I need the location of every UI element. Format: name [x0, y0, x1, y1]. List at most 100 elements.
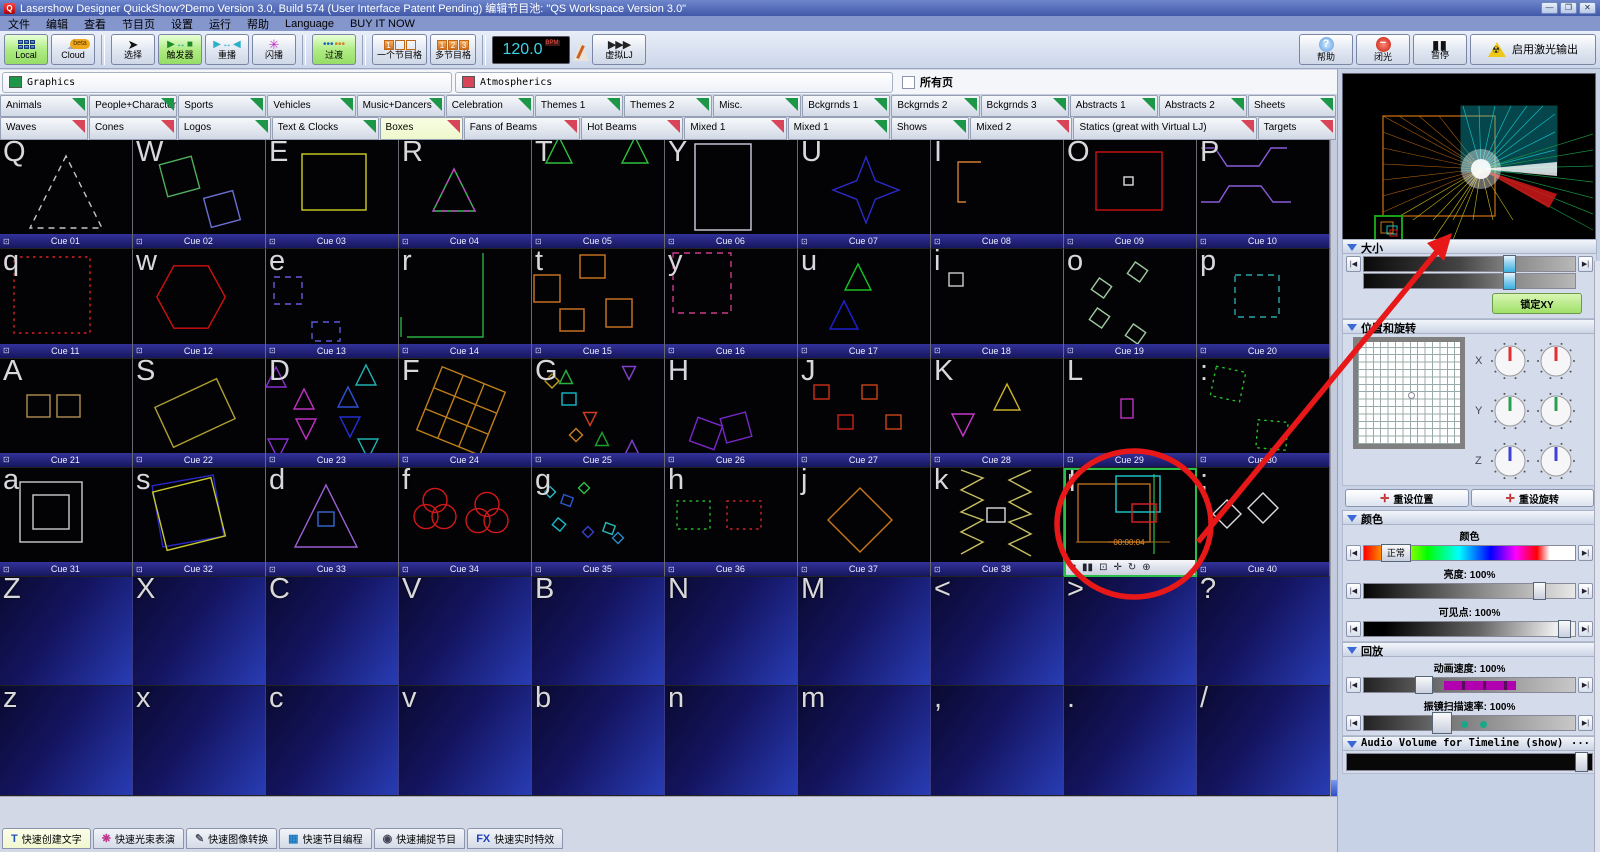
transition-button[interactable]: •••••• 过渡	[312, 34, 356, 65]
category-tab-abstracts-2[interactable]: Abstracts 2	[1159, 95, 1247, 117]
flash-button[interactable]: ✳ 闪播	[252, 34, 296, 65]
brightness-slider[interactable]	[1363, 583, 1576, 599]
cue-cell-cue-18[interactable]: i⊡Cue 18	[931, 249, 1064, 358]
category-tab-celebration[interactable]: Celebration	[446, 95, 534, 117]
cue-cell-cue-37[interactable]: j⊡Cue 37	[798, 468, 931, 577]
visible-points-handle[interactable]	[1558, 620, 1571, 638]
cue-cell-cue-09[interactable]: O⊡Cue 09	[1064, 140, 1197, 249]
select-button[interactable]: ➤ 选择	[111, 34, 155, 65]
position-knob-y[interactable]	[1489, 390, 1531, 432]
empty-cue-cell[interactable]: c	[266, 686, 399, 795]
menu-item-Language[interactable]: Language	[277, 18, 342, 30]
visible-min-button[interactable]: |◀	[1346, 621, 1361, 637]
category-tab-bckgrnds-1[interactable]: Bckgrnds 1	[802, 95, 890, 117]
cue-cell-cue-16[interactable]: y⊡Cue 16	[665, 249, 798, 358]
anim-speed-min-button[interactable]: |◀	[1346, 677, 1361, 693]
cloud-button[interactable]: ☁ beta Cloud	[51, 34, 95, 65]
category-tab-statics-great-with-virtual-lj-[interactable]: Statics (great with Virtual LJ)	[1073, 117, 1256, 140]
category-tab-abstracts-1[interactable]: Abstracts 1	[1070, 95, 1158, 117]
scan-rate-slider[interactable]	[1363, 715, 1576, 731]
section-position-rotation[interactable]: 位置和旋转	[1342, 319, 1597, 334]
menu-item-节目页[interactable]: 节目页	[114, 16, 163, 32]
empty-cue-cell[interactable]: m	[798, 686, 931, 795]
cue-cell-cue-34[interactable]: f⊡Cue 34	[399, 468, 532, 577]
category-tab-mixed-1[interactable]: Mixed 1	[684, 117, 786, 140]
audio-more-button[interactable]: ···	[1571, 738, 1590, 750]
cue-cell-cue-21[interactable]: A⊡Cue 21	[0, 359, 133, 468]
minimize-button[interactable]: —	[1541, 2, 1558, 14]
category-tab-targets[interactable]: Targets	[1258, 117, 1336, 140]
quick-tab-快速光束表演[interactable]: ❋快速光束表演	[93, 828, 184, 849]
cue-cell-cue-02[interactable]: W⊡Cue 02	[133, 140, 266, 249]
pause-output-button[interactable]: ▮▮ 暂停	[1413, 34, 1467, 65]
blackout-button[interactable]: − 闭光	[1356, 34, 1410, 65]
multi-cell-button[interactable]: 123 多节目格	[430, 34, 476, 65]
cue-cell-cue-28[interactable]: K⊡Cue 28	[931, 359, 1064, 468]
cue-cell-cue-11[interactable]: q⊡Cue 11	[0, 249, 133, 358]
visible-max-button[interactable]: ▶|	[1578, 621, 1593, 637]
cue-cell-cue-22[interactable]: S⊡Cue 22	[133, 359, 266, 468]
empty-cue-cell[interactable]: B	[532, 577, 665, 686]
category-tab-music-dancers[interactable]: Music+Dancers	[357, 95, 445, 117]
scan-rate-max-button[interactable]: ▶|	[1578, 715, 1593, 731]
color-slider[interactable]: 正常	[1363, 545, 1576, 561]
anim-speed-slider[interactable]	[1363, 677, 1576, 693]
category-tab-misc-[interactable]: Misc.	[713, 95, 801, 117]
close-button[interactable]: ✕	[1579, 2, 1596, 14]
scan-rate-min-button[interactable]: |◀	[1346, 715, 1361, 731]
cue-cell-cue-06[interactable]: Y⊡Cue 06	[665, 140, 798, 249]
maximize-button[interactable]: ❐	[1560, 2, 1577, 14]
category-tab-vehicles[interactable]: Vehicles	[267, 95, 355, 117]
empty-cue-cell[interactable]: v	[399, 686, 532, 795]
cue-cell-cue-07[interactable]: U⊡Cue 07	[798, 140, 931, 249]
empty-cue-cell[interactable]: b	[532, 686, 665, 795]
restart-button[interactable]: ▶↔◀ 重播	[205, 34, 249, 65]
category-tab-fans-of-beams[interactable]: Fans of Beams	[464, 117, 581, 140]
empty-cue-cell[interactable]: z	[0, 686, 133, 795]
cue-cell-cue-24[interactable]: F⊡Cue 24	[399, 359, 532, 468]
menu-item-设置[interactable]: 设置	[163, 16, 201, 32]
empty-cue-cell[interactable]: ?	[1197, 577, 1330, 686]
trigger-button[interactable]: ▶↔■ 触发器	[158, 34, 202, 65]
category-tab-mixed-2[interactable]: Mixed 2	[970, 117, 1072, 140]
empty-cue-cell[interactable]: >	[1064, 577, 1197, 686]
cue-cell-cue-10[interactable]: P⊡Cue 10	[1197, 140, 1330, 249]
category-tab-logos[interactable]: Logos	[178, 117, 271, 140]
empty-cue-cell[interactable]: V	[399, 577, 532, 686]
menu-item-文件[interactable]: 文件	[0, 16, 38, 32]
size-x-handle[interactable]	[1503, 255, 1516, 273]
menu-item-运行[interactable]: 运行	[201, 16, 239, 32]
empty-cue-cell[interactable]: x	[133, 686, 266, 795]
cue-cell-cue-36[interactable]: h⊡Cue 36	[665, 468, 798, 577]
visible-points-slider[interactable]	[1363, 621, 1576, 637]
color-prev-button[interactable]: |◀	[1346, 545, 1361, 561]
category-tab-boxes[interactable]: Boxes	[380, 117, 463, 140]
empty-cue-cell[interactable]: /	[1197, 686, 1330, 795]
cue-cell-cue-05[interactable]: T⊡Cue 05	[532, 140, 665, 249]
cue-cell-cue-04[interactable]: R⊡Cue 04	[399, 140, 532, 249]
empty-cue-cell[interactable]: ,	[931, 686, 1064, 795]
empty-cue-cell[interactable]: M	[798, 577, 931, 686]
cue-cell-cue-19[interactable]: o⊡Cue 19	[1064, 249, 1197, 358]
cue-cell-cue-30[interactable]: :⊡Cue 30	[1197, 359, 1330, 468]
section-playback[interactable]: 回放	[1342, 642, 1597, 657]
empty-cue-cell[interactable]: <	[931, 577, 1064, 686]
category-tab-hot-beams[interactable]: Hot Beams	[581, 117, 683, 140]
pause-icon[interactable]: ▮▮	[1082, 561, 1093, 574]
rotation-knob-y[interactable]	[1535, 390, 1577, 432]
section-audio-volume[interactable]: Audio Volume for Timeline (show) ···	[1342, 736, 1597, 751]
virtual-lj-button[interactable]: ▶▶▶ 虚拟LJ	[592, 34, 646, 65]
category-tab-mixed-1[interactable]: Mixed 1	[788, 117, 890, 140]
quick-tab-快速实时特效[interactable]: FX快速实时特效	[467, 828, 563, 849]
cue-cell-cue-20[interactable]: p⊡Cue 20	[1197, 249, 1330, 358]
lock-xy-button[interactable]: 锁定XY	[1492, 293, 1582, 314]
size-y-slider[interactable]	[1363, 273, 1576, 289]
empty-cue-cell[interactable]: N	[665, 577, 798, 686]
cue-cell-cue-14[interactable]: r⊡Cue 14	[399, 249, 532, 358]
rotation-knob-x[interactable]	[1535, 340, 1577, 382]
category-tab-themes-2[interactable]: Themes 2	[624, 95, 712, 117]
audio-volume-handle[interactable]	[1575, 752, 1588, 772]
quick-tab-快速图像转换[interactable]: ✎快速图像转换	[186, 828, 277, 849]
category-tab-bckgrnds-3[interactable]: Bckgrnds 3	[981, 95, 1069, 117]
target-icon[interactable]: ⊕	[1142, 561, 1150, 574]
